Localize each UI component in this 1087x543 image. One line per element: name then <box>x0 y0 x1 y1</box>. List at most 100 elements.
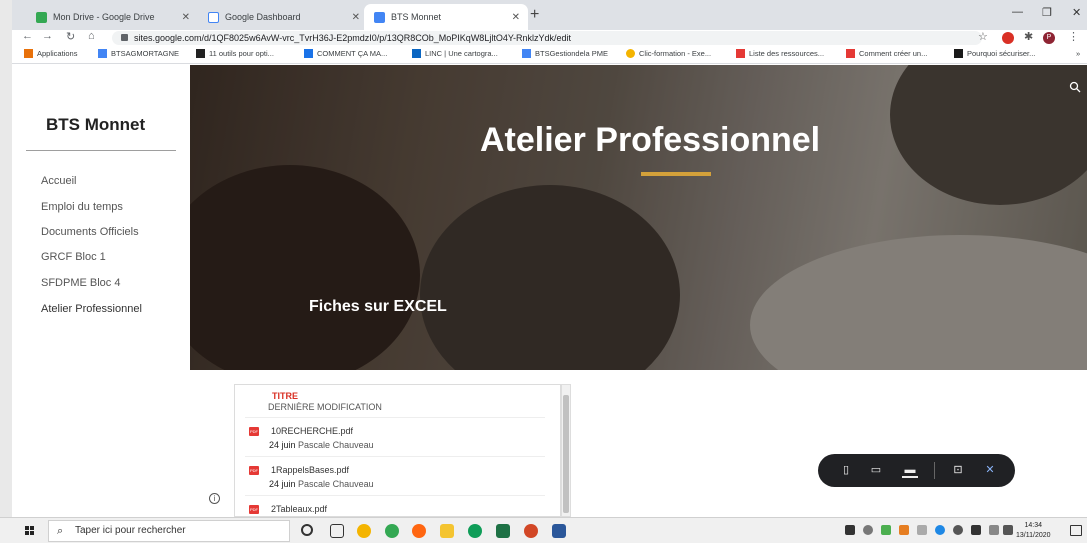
close-icon[interactable]: ✕ <box>352 12 360 23</box>
tab-drive[interactable]: Mon Drive - Google Drive ✕ <box>26 4 198 30</box>
home-icon[interactable]: ⌂ <box>88 30 95 42</box>
file-name: 2Tableaux.pdf <box>271 504 328 514</box>
extensions-icon[interactable]: ✱ <box>1024 30 1033 43</box>
nav-item-atelier-professionnel[interactable]: Atelier Professionnel <box>41 303 142 315</box>
chrome-canary-icon[interactable] <box>357 524 371 538</box>
maximize-icon[interactable]: ❐ <box>1042 6 1052 19</box>
cortana-icon[interactable] <box>301 524 313 536</box>
battery-icon[interactable] <box>971 525 981 535</box>
pdf-icon: PDF <box>249 466 259 475</box>
tab-label: BTS Monnet <box>391 12 442 22</box>
bookmark-item[interactable]: Pourquoi sécuriser... <box>954 49 1035 58</box>
drive-file-list: TITRE DERNIÈRE MODIFICATION PDF 10RECHER… <box>234 384 561 517</box>
file-row[interactable]: PDF 10RECHERCHE.pdf 24 juin Pascale Chau… <box>245 417 545 455</box>
nav-item-sfdpme-bloc-4[interactable]: SFDPME Bloc 4 <box>41 277 120 289</box>
adblock-icon[interactable] <box>1002 32 1014 44</box>
tab-bts-monnet[interactable]: BTS Monnet ✕ <box>364 4 528 30</box>
file-row[interactable]: PDF 2Tableaux.pdf <box>245 495 545 516</box>
system-clock[interactable]: 14:34 13/11/2020 <box>1016 521 1051 541</box>
tray-icon[interactable] <box>863 525 873 535</box>
tray-icon[interactable] <box>935 525 945 535</box>
hero-overlay <box>190 65 1087 370</box>
close-icon[interactable]: ✕ <box>182 12 190 23</box>
minimize-icon[interactable]: — <box>1012 6 1023 18</box>
bookmark-item[interactable]: LINC | Une cartogra... <box>412 49 498 58</box>
bookmark-item[interactable]: BTSGestiondela PME <box>522 49 608 58</box>
firefox-icon[interactable] <box>412 524 426 538</box>
close-icon[interactable]: ✕ <box>982 462 998 478</box>
file-row[interactable]: PDF 1RappelsBases.pdf 24 juin Pascale Ch… <box>245 456 545 494</box>
profile-avatar[interactable]: P <box>1043 32 1055 44</box>
excel-icon[interactable] <box>496 524 510 538</box>
nav-item-documents-officiels[interactable]: Documents Officiels <box>41 226 139 238</box>
phone-icon[interactable]: ▯ <box>838 462 854 478</box>
tablet-icon[interactable]: ▭ <box>868 462 884 478</box>
bookmark-item[interactable]: Clic-formation - Exe... <box>626 49 711 58</box>
divider <box>934 462 935 479</box>
feedback-icon[interactable]: ⊡ <box>950 462 966 478</box>
tray-icon[interactable] <box>953 525 963 535</box>
more-bookmarks-icon[interactable]: » <box>1076 49 1080 58</box>
back-icon[interactable]: ← <box>22 30 33 42</box>
column-header-title[interactable]: TITRE <box>272 391 298 401</box>
powerpoint-icon[interactable] <box>524 524 538 538</box>
edge-icon[interactable] <box>468 524 482 538</box>
pdf-icon: PDF <box>249 505 259 514</box>
sites-icon <box>98 49 107 58</box>
tray-icon[interactable] <box>881 525 891 535</box>
task-view-icon[interactable] <box>330 524 344 538</box>
file-meta: 24 juin Pascale Chauveau <box>269 479 374 489</box>
nav-item-grcf-bloc-1[interactable]: GRCF Bloc 1 <box>41 251 106 263</box>
drive-icon <box>36 11 47 23</box>
site-sidebar: BTS Monnet Accueil Emploi du temps Docum… <box>12 65 190 517</box>
search-icon[interactable] <box>1069 81 1081 93</box>
site-title[interactable]: BTS Monnet <box>46 115 145 135</box>
nav-item-emploi-du-temps[interactable]: Emploi du temps <box>41 201 123 213</box>
column-header-modified[interactable]: DERNIÈRE MODIFICATION <box>268 402 382 412</box>
volume-icon[interactable] <box>1003 525 1013 535</box>
windows-start-icon[interactable] <box>25 526 35 536</box>
scrollbar-thumb[interactable] <box>563 395 569 513</box>
wifi-icon[interactable] <box>989 525 999 535</box>
bookmark-item[interactable]: Applications <box>24 49 77 58</box>
reload-icon[interactable]: ↻ <box>66 30 75 43</box>
bookmark-item[interactable]: Comment créer un... <box>846 49 927 58</box>
bookmark-favicon-icon <box>736 49 745 58</box>
tab-strip: Mon Drive - Google Drive ✕ Google Dashbo… <box>12 0 1087 30</box>
bookmarks-bar: Applications BTSAGMORTAGNE 11 outils pou… <box>12 47 1087 64</box>
tray-icon[interactable] <box>917 525 927 535</box>
laptop-icon[interactable]: ▬ <box>902 462 918 478</box>
tray-icon[interactable] <box>899 525 909 535</box>
tray-icon[interactable] <box>845 525 855 535</box>
close-window-icon[interactable]: ✕ <box>1072 6 1081 19</box>
address-bar[interactable]: sites.google.com/d/1QF8025w6AvW-vrc_TvrH… <box>112 31 982 45</box>
tab-label: Mon Drive - Google Drive <box>53 12 155 22</box>
bookmark-favicon-icon <box>196 49 205 58</box>
clock-date: 13/11/2020 <box>1016 532 1051 539</box>
file-name: 10RECHERCHE.pdf <box>271 426 354 436</box>
close-icon[interactable]: ✕ <box>512 12 520 23</box>
sites-icon <box>522 49 531 58</box>
bookmark-item[interactable]: 11 outils pour opti... <box>196 49 274 58</box>
hero-banner: Atelier Professionnel Fiches sur EXCEL <box>190 65 1087 370</box>
notification-icon[interactable] <box>1070 525 1082 536</box>
forward-icon[interactable]: → <box>42 30 53 42</box>
chrome-icon[interactable] <box>385 524 399 538</box>
menu-icon[interactable]: ⋮ <box>1068 30 1079 43</box>
nav-item-accueil[interactable]: Accueil <box>41 175 76 187</box>
bookmark-item[interactable]: Liste des ressources... <box>736 49 824 58</box>
word-icon[interactable] <box>552 524 566 538</box>
hero-title: Atelier Professionnel <box>480 121 821 159</box>
bookmark-item[interactable]: COMMENT ÇA MA... <box>304 49 387 58</box>
bookmark-star-icon[interactable]: ☆ <box>978 30 988 43</box>
search-icon: ⌕ <box>57 525 64 537</box>
new-tab-button[interactable]: + <box>530 6 539 24</box>
tab-dashboard[interactable]: Google Dashboard ✕ <box>198 4 368 30</box>
bookmark-item[interactable]: BTSAGMORTAGNE <box>98 49 179 58</box>
clock-time: 14:34 <box>1024 522 1043 529</box>
info-icon[interactable]: i <box>209 493 220 504</box>
file-explorer-icon[interactable] <box>440 524 454 538</box>
file-list-scrollbar[interactable] <box>561 384 571 517</box>
search-placeholder: Taper ici pour rechercher <box>75 525 186 536</box>
taskbar-search-input[interactable]: ⌕ Taper ici pour rechercher <box>48 520 290 542</box>
